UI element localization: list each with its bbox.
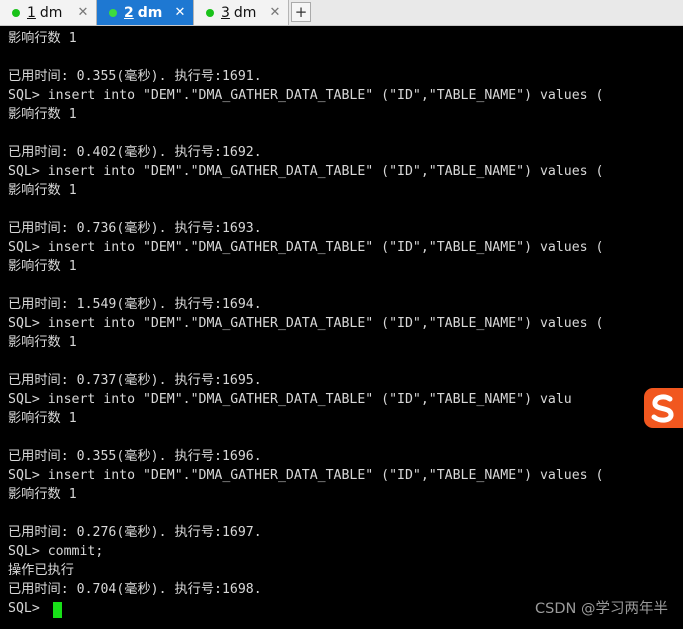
- tab-number: 2: [124, 4, 134, 21]
- terminal-line: SQL> insert into "DEM"."DMA_GATHER_DATA_…: [8, 240, 604, 255]
- terminal-line: 影响行数 1: [8, 31, 77, 46]
- tab-name: dm: [39, 4, 63, 21]
- terminal-line: SQL> insert into "DEM"."DMA_GATHER_DATA_…: [8, 164, 604, 179]
- terminal-line: 影响行数 1: [8, 183, 77, 198]
- terminal-line: 已用时间: 0.355(毫秒). 执行号:1696.: [8, 449, 262, 464]
- terminal-line: 影响行数 1: [8, 259, 77, 274]
- tab-number: 1: [27, 4, 36, 21]
- terminal-line: 影响行数 1: [8, 107, 77, 122]
- terminal-line: 影响行数 1: [8, 335, 77, 350]
- terminal-line: 已用时间: 0.355(毫秒). 执行号:1691.: [8, 69, 262, 84]
- terminal-line: SQL> insert into "DEM"."DMA_GATHER_DATA_…: [8, 392, 572, 407]
- terminal-line: 影响行数 1: [8, 487, 77, 502]
- terminal-line: SQL> insert into "DEM"."DMA_GATHER_DATA_…: [8, 316, 604, 331]
- tab-number: 3: [221, 4, 230, 21]
- terminal-line: 已用时间: 0.704(毫秒). 执行号:1698.: [8, 582, 262, 597]
- tab-bar: 1 dm ✕ 2 dm ✕ 3 dm ✕ +: [0, 0, 683, 26]
- new-tab-button[interactable]: +: [291, 2, 311, 22]
- terminal-cursor: [53, 602, 62, 618]
- close-icon[interactable]: ✕: [170, 5, 190, 20]
- tab-3[interactable]: 3 dm ✕: [194, 0, 289, 25]
- connected-status-icon: [12, 8, 20, 17]
- terminal-line: SQL> commit;: [8, 544, 104, 559]
- sogou-s-icon-glyph: [651, 394, 674, 423]
- watermark-text: CSDN @学习两年半: [535, 601, 668, 617]
- connected-status-icon: [206, 8, 214, 17]
- tab-label: 3 dm: [221, 5, 265, 21]
- tab-label: 1 dm: [27, 5, 73, 21]
- close-icon[interactable]: ✕: [265, 5, 285, 20]
- terminal-line: 已用时间: 0.736(毫秒). 执行号:1693.: [8, 221, 262, 236]
- tab-2[interactable]: 2 dm ✕: [97, 0, 194, 25]
- terminal-line: 已用时间: 1.549(毫秒). 执行号:1694.: [8, 297, 262, 312]
- tab-1[interactable]: 1 dm ✕: [0, 0, 97, 25]
- terminal-line: 已用时间: 0.402(毫秒). 执行号:1692.: [8, 145, 262, 160]
- terminal-line: 已用时间: 0.276(毫秒). 执行号:1697.: [8, 525, 262, 540]
- tab-name: dm: [233, 4, 257, 21]
- close-icon[interactable]: ✕: [73, 5, 93, 20]
- terminal-line: SQL> insert into "DEM"."DMA_GATHER_DATA_…: [8, 468, 604, 483]
- sogou-s-icon[interactable]: [644, 388, 683, 428]
- tab-label: 2 dm: [124, 5, 170, 21]
- terminal-line: 影响行数 1: [8, 411, 77, 426]
- sql-prompt: SQL>: [8, 601, 48, 616]
- terminal-line: 操作已执行: [8, 563, 74, 578]
- connected-status-icon: [109, 8, 117, 17]
- terminal-line: SQL> insert into "DEM"."DMA_GATHER_DATA_…: [8, 88, 604, 103]
- tab-name: dm: [137, 4, 163, 21]
- terminal-line: 已用时间: 0.737(毫秒). 执行号:1695.: [8, 373, 262, 388]
- terminal-output[interactable]: 影响行数 1 已用时间: 0.355(毫秒). 执行号:1691. SQL> i…: [0, 26, 683, 629]
